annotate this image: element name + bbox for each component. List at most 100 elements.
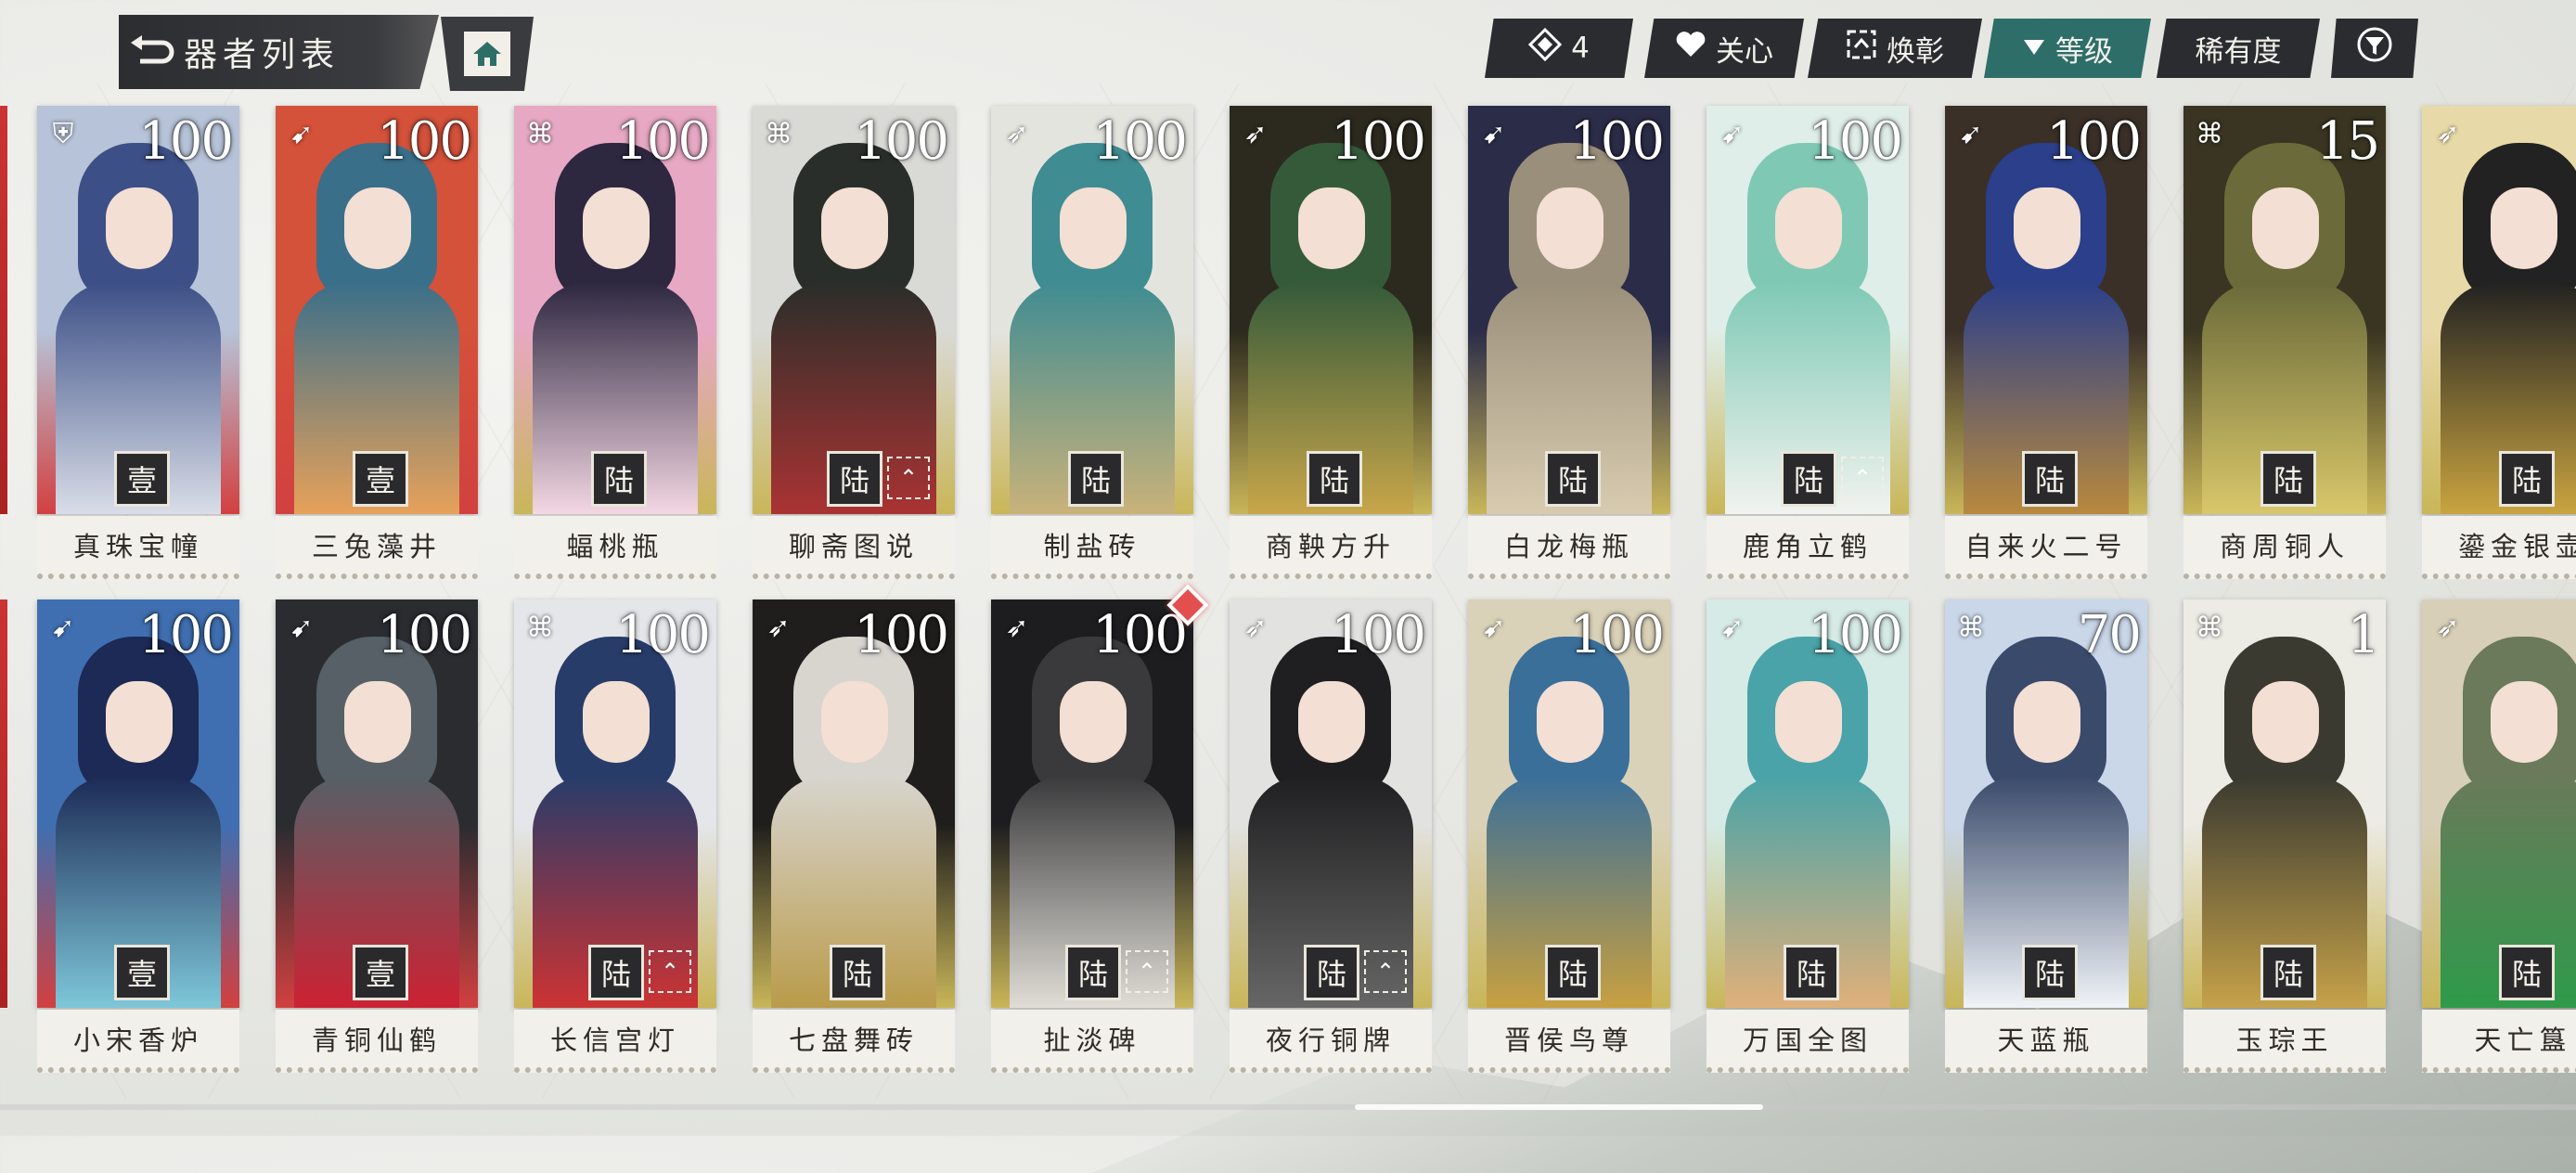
character-name: 扯淡碑: [991, 1010, 1193, 1073]
character-card[interactable]: ⌘ 100 陆 ⌃ 长信宫灯: [514, 599, 716, 1073]
character-card[interactable]: ⌘ 100 陆 ⌃ 聊斋图说: [753, 106, 955, 579]
level-number: 100: [1569, 111, 1665, 172]
grade-badge: 陆: [2022, 945, 2078, 1000]
bow-class-icon: ➹: [290, 611, 314, 644]
spear-class-icon: ➶: [766, 611, 791, 644]
spear-class-icon: ➶: [1243, 117, 1268, 150]
character-card[interactable]: ➶ 陆天亡簋: [2422, 599, 2576, 1073]
character-grid: ⛨ 100 壹真珠宝幢 ➹ 100 壹三兔藻井 ⌘ 100 陆蝠桃瓶 ⌘ 100 陆 ⌃ 聊斋图说 ➶ 100…: [0, 106, 2576, 1089]
spear-class-icon: ➶: [2436, 117, 2460, 150]
level-number: 15: [2315, 111, 2380, 172]
funnel-filter-button[interactable]: [2331, 19, 2418, 78]
character-card[interactable]: ➶ 陆鎏金银壶: [2422, 106, 2576, 579]
home-icon: [464, 32, 510, 76]
character-card[interactable]: ➶ 100 陆 ⌃ 夜行铜牌: [1230, 599, 1432, 1073]
grade-badge: 壹: [114, 945, 170, 1000]
character-portrait: ➹ 100 陆: [1468, 106, 1670, 514]
character-name: 玉琮王: [2183, 1010, 2386, 1073]
character-card[interactable]: ➹ 100 壹青铜仙鹤: [276, 599, 478, 1073]
awaken-icon: ⌃: [649, 950, 691, 993]
bow-class-icon: ➹: [1482, 117, 1506, 150]
character-card[interactable]: ➶ 100 陆 ⌃ 扯淡碑: [991, 584, 1209, 1073]
home-button[interactable]: [441, 17, 534, 91]
character-portrait: ➶ 陆: [2422, 599, 2576, 1008]
portrait-face: [106, 187, 173, 269]
awaken-icon: ⌃: [1364, 950, 1407, 993]
character-card[interactable]: ⌘ 15 陆商周铜人: [2183, 106, 2386, 579]
funnel-icon: [2356, 26, 2393, 71]
back-arrow-icon[interactable]: [119, 15, 184, 89]
character-card[interactable]: ➹ 100 陆晋侯鸟尊: [1468, 599, 1670, 1073]
level-number: 100: [854, 605, 949, 665]
character-portrait: ➹ 100 陆 ⌃: [1707, 106, 1909, 514]
character-card[interactable]: ⌘ 1 陆玉琮王: [2183, 599, 2386, 1073]
portrait-face: [1537, 681, 1604, 763]
awaken-button[interactable]: 焕彰: [1808, 19, 1982, 78]
character-card[interactable]: ⛨ 100 壹真珠宝幢: [37, 106, 239, 579]
bow-class-icon: ➹: [1720, 611, 1745, 644]
grade-badge: 壹: [353, 945, 408, 1000]
filter-count-button[interactable]: 4: [1485, 19, 1633, 78]
heart-icon: [1675, 31, 1707, 66]
bow-class-icon: ➹: [51, 611, 75, 644]
favorite-button[interactable]: 关心: [1644, 19, 1804, 78]
knot-class-icon: ⌘: [1957, 611, 1985, 644]
grade-badge: 陆: [827, 451, 882, 507]
character-card[interactable]: ➹ 100 壹三兔藻井: [276, 106, 478, 579]
grade-badge: 陆: [591, 451, 647, 507]
character-name: 长信宫灯: [514, 1010, 716, 1073]
character-portrait: ⌘ 15 陆: [2183, 106, 2386, 514]
level-number: 100: [1808, 605, 1903, 665]
spear-class-icon: ➶: [2436, 611, 2460, 644]
spear-class-icon: ➶: [1005, 117, 1029, 150]
level-number: 100: [615, 605, 711, 665]
character-card[interactable]: ➹ 100 陆白龙梅瓶: [1468, 106, 1670, 579]
portrait-face: [1060, 187, 1127, 269]
character-card[interactable]: ➹ 100 陆万国全图: [1707, 599, 1909, 1073]
character-card[interactable]: ➹ 100 壹小宋香炉: [37, 599, 239, 1073]
scroll-thumb[interactable]: [1355, 1104, 1763, 1110]
character-portrait: ⌘ 1 陆: [2183, 599, 2386, 1008]
character-portrait: ⛨ 100 壹: [37, 106, 239, 514]
character-card[interactable]: ➹ 100 陆 ⌃ 鹿角立鹤: [1707, 106, 1909, 579]
character-name: 聊斋图说: [753, 516, 955, 579]
level-sort-button[interactable]: 等级: [1984, 19, 2151, 78]
character-card[interactable]: ⌘ 100 陆蝠桃瓶: [514, 106, 716, 579]
character-card[interactable]: ➹ 100 陆自来火二号: [1945, 106, 2147, 579]
diamond-filter-icon: [1528, 27, 1563, 69]
awaken-label: 焕彰: [1887, 34, 1944, 69]
portrait-face: [344, 187, 411, 269]
character-portrait: ⌘ 100 陆 ⌃: [753, 106, 955, 514]
character-card[interactable]: ⌘ 70 陆天蓝瓶: [1945, 599, 2147, 1073]
level-number: 100: [1092, 605, 1188, 665]
grade-badge: 陆: [2499, 451, 2555, 507]
grade-badge: 壹: [353, 451, 408, 507]
portrait-face: [106, 681, 173, 763]
rarity-sort-button[interactable]: 稀有度: [2157, 19, 2320, 78]
character-name: 商周铜人: [2183, 516, 2386, 579]
title-tab: 器者列表: [119, 15, 439, 89]
knot-class-icon: ⌘: [2196, 117, 2223, 150]
character-portrait: ⌘ 100 陆 ⌃: [514, 599, 716, 1008]
character-card[interactable]: ➶ 100 陆制盐砖: [991, 106, 1193, 579]
character-name: 青铜仙鹤: [276, 1010, 478, 1073]
rarity-label: 稀有度: [2195, 34, 2282, 69]
character-name: 真珠宝幢: [37, 516, 239, 579]
portrait-face: [583, 187, 650, 269]
knot-class-icon: ⌘: [2196, 611, 2223, 644]
bow-class-icon: ➹: [1959, 117, 1983, 150]
character-card[interactable]: ➶ 100 陆七盘舞砖: [753, 599, 955, 1073]
character-portrait: ➶ 100 陆: [753, 599, 955, 1008]
level-number: 70: [2077, 605, 2142, 665]
bow-class-icon: ➹: [1720, 117, 1745, 150]
level-number: 100: [377, 111, 472, 172]
character-card[interactable]: ➶ 100 陆商鞅方升: [1230, 106, 1432, 579]
character-portrait: ➹ 100 陆: [1468, 599, 1670, 1008]
grade-badge: 陆: [1304, 945, 1359, 1000]
awaken-icon: ⌃: [1126, 950, 1168, 993]
character-portrait: ➶ 100 陆: [1230, 106, 1432, 514]
page-title: 器者列表: [184, 36, 341, 74]
character-name: 夜行铜牌: [1230, 1010, 1432, 1073]
grade-badge: 陆: [2499, 945, 2555, 1000]
grade-badge: 壹: [114, 451, 170, 507]
